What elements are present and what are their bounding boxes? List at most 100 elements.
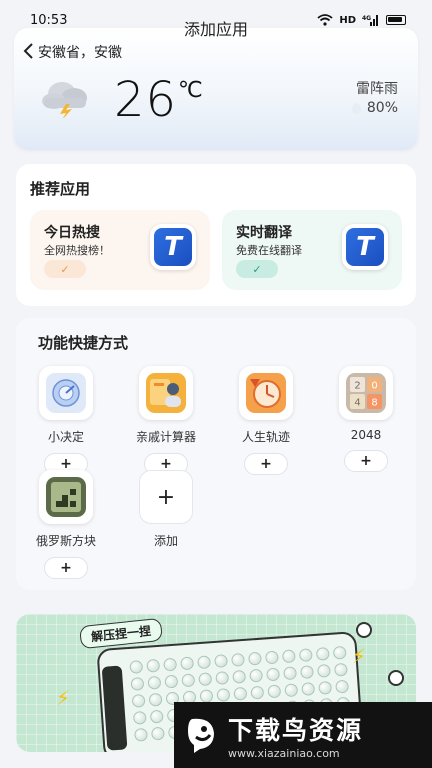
recommended-card: 推荐应用 今日热搜 全网热搜榜！ ✓ T 实时翻译 免费在线翻译 ✓ T xyxy=(16,164,416,306)
add-button[interactable]: + xyxy=(244,453,288,475)
add-button[interactable]: + xyxy=(44,557,88,579)
ring-decoration xyxy=(388,670,404,686)
add-button[interactable]: + xyxy=(344,450,388,472)
check-icon[interactable]: ✓ xyxy=(44,260,86,278)
app-icon: T xyxy=(150,224,196,270)
shortcut-label: 亲戚计算器 xyxy=(135,430,196,444)
watermark: 下载鸟资源 www.xiazainiao.com xyxy=(174,702,432,768)
rec-item-hot-search[interactable]: 今日热搜 全网热搜榜！ ✓ T xyxy=(30,210,210,290)
bubble xyxy=(130,676,145,691)
lightning-icon: ⚡ xyxy=(352,644,367,668)
temperature-value: 26 xyxy=(114,72,178,128)
phone-edge xyxy=(101,665,128,751)
shortcut-relative-calculator[interactable]: 亲戚计算器 + xyxy=(126,366,206,475)
bubble xyxy=(267,684,282,699)
bubble xyxy=(317,663,331,678)
shortcut-label: 人生轨迹 xyxy=(241,430,290,444)
bubble xyxy=(132,710,147,725)
bubble xyxy=(134,727,148,742)
ring-decoration xyxy=(356,622,372,638)
bubble xyxy=(216,688,231,702)
relative-calculator-icon xyxy=(139,366,193,420)
game-2048-icon: 2 0 4 8 xyxy=(339,366,393,420)
bubble xyxy=(300,665,314,680)
bubble xyxy=(215,671,230,685)
bubble xyxy=(318,680,333,695)
shortcut-2048[interactable]: 2 0 4 8 2048 + xyxy=(326,366,406,472)
weather-condition: 雷阵雨 xyxy=(356,81,398,97)
shortcuts-title: 功能快捷方式 xyxy=(38,334,129,352)
watermark-url: www.xiazainiao.com xyxy=(228,746,340,760)
app-icon: T xyxy=(342,224,388,270)
lightning-icon: ⚡ xyxy=(56,686,71,710)
bubble xyxy=(147,675,162,690)
bubble xyxy=(151,726,165,741)
shortcut-add[interactable]: + 添加 xyxy=(126,470,206,549)
bubble xyxy=(266,667,281,682)
page-title: 添加应用 xyxy=(183,20,248,39)
bubble xyxy=(315,646,330,661)
weather-card: 安徽省，安徽 26 ℃ 雷阵雨 80% xyxy=(14,28,418,150)
bubble xyxy=(250,685,265,700)
check-icon[interactable]: ✓ xyxy=(236,260,278,278)
bubble xyxy=(298,648,313,663)
rec-item-translate[interactable]: 实时翻译 免费在线翻译 ✓ T xyxy=(222,210,402,290)
bubble xyxy=(264,650,279,665)
add-shortcut-button[interactable]: + xyxy=(139,470,193,524)
bird-logo-icon xyxy=(188,718,214,753)
tile-text: 4 xyxy=(354,398,360,409)
bubble xyxy=(164,674,179,689)
humidity-value: 80% xyxy=(366,100,398,116)
bubble xyxy=(232,669,247,684)
bubble xyxy=(198,672,213,687)
shortcuts-card: 功能快捷方式 小决定 + 亲戚计算器 + 人生轨迹 + 2 0 4 8 2048… xyxy=(16,318,416,590)
watermark-title: 下载鸟资源 xyxy=(228,715,364,745)
rec-item-name: 实时翻译 xyxy=(236,225,292,241)
shortcut-tetris[interactable]: 俄罗斯方块 + xyxy=(26,470,106,579)
bubble xyxy=(214,654,228,668)
rec-item-desc: 免费在线翻译 xyxy=(236,244,302,257)
decision-icon xyxy=(39,366,93,420)
temperature-unit: ℃ xyxy=(178,78,203,103)
bubble xyxy=(248,651,262,666)
humidity-row: 80% xyxy=(351,100,398,116)
bubble xyxy=(163,657,178,672)
bubble xyxy=(129,660,144,674)
bubble xyxy=(333,662,348,677)
bubble xyxy=(233,686,248,701)
bubble xyxy=(197,655,212,670)
tile-text: 8 xyxy=(371,398,377,409)
thunderstorm-icon xyxy=(42,82,87,118)
bubble xyxy=(335,679,350,694)
location-label: 安徽省，安徽 xyxy=(38,45,122,61)
recommended-title: 推荐应用 xyxy=(30,180,91,198)
life-track-icon xyxy=(239,366,293,420)
bubble xyxy=(281,649,296,664)
back-button[interactable] xyxy=(22,42,34,63)
bubble xyxy=(301,682,316,696)
bubble xyxy=(131,693,146,708)
chevron-left-icon xyxy=(23,43,33,59)
shortcut-label: 俄罗斯方块 xyxy=(35,534,96,548)
bubble xyxy=(199,689,214,704)
bubble xyxy=(148,692,163,707)
shortcut-label: 小决定 xyxy=(47,430,84,444)
rec-item-name: 今日热搜 xyxy=(44,225,100,241)
bubble xyxy=(146,658,161,673)
humidity-drop-icon xyxy=(351,102,361,114)
t-logo-icon: T xyxy=(154,228,192,266)
bubble xyxy=(249,668,264,683)
tile-text: 2 xyxy=(354,381,360,392)
rec-item-desc: 全网热搜榜！ xyxy=(44,244,110,257)
shortcut-decision[interactable]: 小决定 + xyxy=(26,366,106,475)
bubble xyxy=(231,652,245,667)
bubble xyxy=(284,683,299,698)
bubble xyxy=(181,673,196,688)
bubble xyxy=(149,709,164,724)
tile-text: 0 xyxy=(371,381,377,392)
shortcut-life-track[interactable]: 人生轨迹 + xyxy=(226,366,306,475)
bubble xyxy=(332,645,347,660)
shortcut-label: 2048 xyxy=(350,428,382,442)
bubble xyxy=(180,656,195,671)
bubble xyxy=(283,666,297,681)
